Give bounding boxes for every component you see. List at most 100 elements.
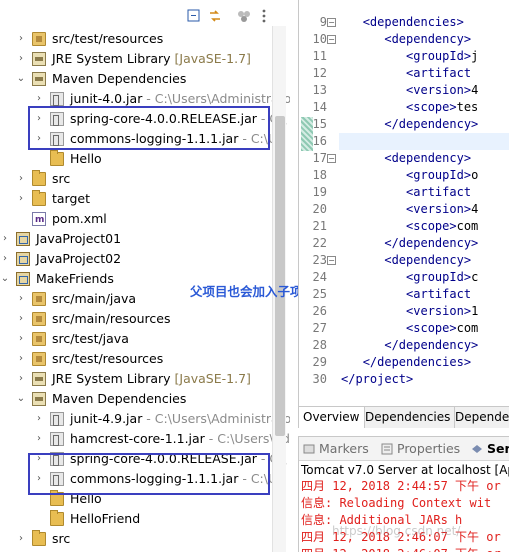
tree-item-label: src (52, 171, 71, 186)
pkgfolder-icon (32, 312, 46, 326)
collapse-all-icon[interactable] (186, 8, 202, 24)
xml-tag: <groupId> (406, 49, 472, 63)
fold-toggle-icon[interactable]: − (327, 18, 336, 27)
fold-toggle-icon[interactable]: − (327, 256, 336, 265)
pkgfolder-icon (32, 332, 46, 346)
line-number: 22 (312, 236, 327, 250)
tree-item-label: pom.xml (52, 211, 107, 226)
line-number: 10 (312, 32, 327, 46)
console-line: 四月 12, 2018 2:44:57 下午 or (301, 479, 501, 493)
bottom-tabs: Markers Properties Serv (299, 437, 509, 461)
line-number: 16 (312, 134, 327, 148)
collapsed-twisty-icon[interactable]: › (34, 429, 44, 449)
xml-tag: <artifact (406, 287, 472, 301)
code-line: <groupId>j (341, 48, 478, 65)
project-icon (16, 232, 30, 246)
tree-item-label: JRE System Library [JavaSE-1.7] (52, 51, 251, 66)
code-line: <scope>com (341, 218, 478, 235)
collapsed-twisty-icon[interactable]: › (34, 409, 44, 429)
code-line: <version>1 (341, 303, 478, 320)
code-line: <dependencies> (341, 14, 464, 31)
collapsed-twisty-icon[interactable]: › (16, 329, 26, 349)
tab-servers[interactable]: Serv (471, 437, 509, 461)
collapsed-twisty-icon[interactable]: › (16, 369, 26, 389)
pkgfolder-icon (32, 292, 46, 306)
lib-icon (32, 72, 46, 86)
fold-toggle-icon[interactable]: − (327, 154, 336, 163)
view-menu-icon[interactable] (256, 8, 272, 24)
expanded-twisty-icon[interactable]: ⌄ (16, 389, 26, 409)
pom-editor[interactable]: 9−10−11 12 13 14 15 16 17−18 19 20 21 22 23−24 25 26 2… (298, 0, 509, 406)
expanded-twisty-icon[interactable]: ⌄ (0, 269, 10, 289)
line-number: 30 (312, 372, 327, 386)
link-with-editor-icon[interactable] (207, 8, 223, 24)
code-line: <artifact (341, 65, 471, 82)
line-number: 11 (312, 49, 327, 63)
xml-tag: <artifact (406, 185, 472, 199)
tree-item-label: JRE System Library [JavaSE-1.7] (52, 371, 251, 386)
collapsed-twisty-icon[interactable]: › (16, 49, 26, 69)
tree-item-label: JavaProject02 (36, 251, 122, 266)
tab-markers[interactable]: Markers (303, 437, 369, 461)
xml-tag: </dependency> (384, 117, 479, 131)
package-explorer: › src/test/resources › JRE System Library [… (0, 0, 290, 552)
jar-icon (50, 92, 64, 106)
current-line-highlight (339, 133, 509, 150)
xml-tag: <scope> (406, 219, 457, 233)
tree-item-label: src/test/java (52, 331, 129, 346)
xml-text: c (471, 270, 479, 284)
project-icon (16, 252, 30, 266)
collapsed-twisty-icon[interactable]: › (16, 29, 26, 49)
tab-dependencies[interactable]: Dependencies (361, 407, 456, 428)
collapsed-twisty-icon[interactable]: › (16, 169, 26, 189)
code-line: <scope>tes (341, 99, 478, 116)
folder-icon (32, 190, 46, 206)
collapsed-twisty-icon[interactable]: › (16, 349, 26, 369)
collapsed-twisty-icon[interactable]: › (0, 249, 10, 269)
line-number: 21 (312, 219, 327, 233)
tree-item-label: src/main/resources (52, 311, 171, 326)
line-number: 12 (312, 66, 327, 80)
filter-icon[interactable] (236, 8, 252, 24)
markers-icon (303, 444, 315, 454)
console-line: 信息: Reloading Context wit (301, 496, 492, 510)
collapsed-twisty-icon[interactable]: › (16, 529, 26, 549)
xml-tag: </dependency> (384, 338, 479, 352)
xml-text: com (456, 321, 479, 335)
code-line: </dependencies> (341, 354, 471, 371)
xml-tag: <dependency> (384, 253, 472, 267)
collapsed-twisty-icon[interactable]: › (0, 229, 10, 249)
line-number: 25 (312, 287, 327, 301)
folder-icon (50, 150, 64, 166)
tree-item-detail: - C:\Users\Administrato (142, 411, 290, 426)
tree-item-label: src/test/resources (52, 351, 164, 366)
expanded-twisty-icon[interactable]: ⌄ (16, 69, 26, 89)
project-icon (16, 272, 30, 286)
xml-text: o (471, 168, 479, 182)
explorer-scrollbar-thumb[interactable] (275, 116, 285, 436)
tree-item-detail: - C:\Users\Administrato (142, 91, 290, 106)
lib-icon (32, 372, 46, 386)
xml-tag: </dependencies> (362, 355, 472, 369)
xml-text: 4 (471, 83, 479, 97)
lib-icon (32, 392, 46, 406)
line-number: 29 (312, 355, 327, 369)
tree-item-label: MakeFriends (36, 271, 114, 286)
tree-item-detail: [JavaSE-1.7] (170, 371, 251, 386)
tab-properties[interactable]: Properties (381, 437, 460, 461)
collapsed-twisty-icon[interactable]: › (16, 309, 26, 329)
tree-item-label: src (52, 531, 71, 546)
collapsed-twisty-icon[interactable]: › (16, 189, 26, 209)
collapsed-twisty-icon[interactable]: › (16, 289, 26, 309)
fold-toggle-icon[interactable]: − (327, 35, 336, 44)
tab-properties-label: Properties (397, 441, 461, 456)
properties-icon (381, 443, 393, 455)
console-line: 四月 12, 2018 2:46:07 下午 or (301, 546, 501, 552)
xml-tag: <dependency> (384, 32, 472, 46)
xml-tag: <version> (406, 304, 472, 318)
code-line: </dependency> (341, 235, 478, 252)
tab-dependency-hierarchy[interactable]: Depender (451, 407, 509, 428)
explorer-toolbar (0, 0, 290, 26)
jar-icon (50, 412, 64, 426)
tab-overview[interactable]: Overview (299, 407, 365, 428)
